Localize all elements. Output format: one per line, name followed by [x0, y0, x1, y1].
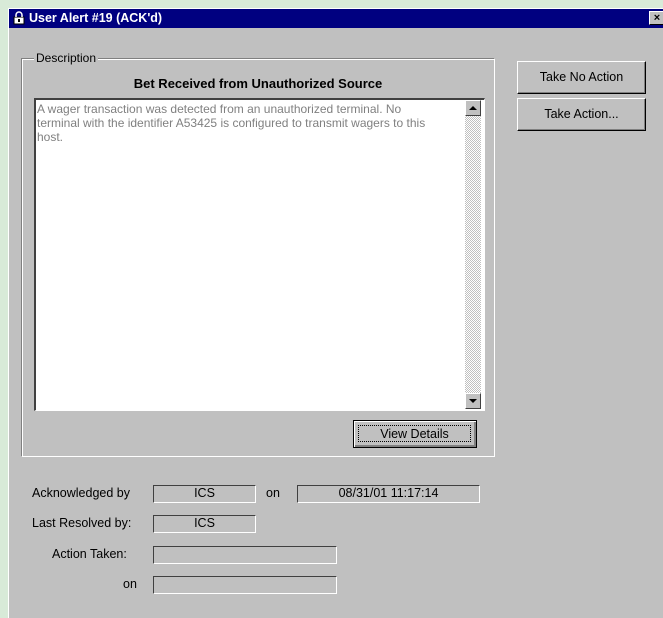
close-button[interactable]: × [649, 11, 663, 25]
description-legend: Description [34, 51, 99, 65]
lock-icon [13, 11, 25, 25]
alert-headline: Bet Received from Unauthorized Source [133, 76, 383, 91]
acknowledged-by-field: ICS [153, 485, 256, 503]
title-bar[interactable]: User Alert #19 (ACK'd) × [9, 9, 663, 28]
take-action-label: Take Action... [544, 107, 619, 121]
window-title: User Alert #19 (ACK'd) [29, 11, 163, 25]
take-action-button[interactable]: Take Action... [517, 98, 646, 131]
action-on-label: on [123, 577, 137, 591]
scroll-up-button[interactable] [465, 100, 481, 116]
action-taken-field [153, 546, 337, 564]
description-textarea[interactable]: A wager transaction was detected from an… [34, 98, 485, 411]
view-details-label: View Details [358, 425, 471, 442]
user-alert-window: User Alert #19 (ACK'd) × Description Bet… [8, 8, 663, 618]
view-details-button[interactable]: View Details [353, 420, 477, 448]
description-text: A wager transaction was detected from an… [37, 102, 426, 144]
close-icon: × [653, 12, 661, 24]
action-on-field [153, 576, 337, 594]
arrow-down-icon [469, 399, 477, 403]
take-no-action-label: Take No Action [539, 70, 624, 84]
action-taken-label: Action Taken: [52, 547, 127, 561]
last-resolved-field: ICS [153, 515, 256, 533]
vertical-scrollbar[interactable] [465, 100, 481, 409]
acknowledged-by-label: Acknowledged by [32, 486, 130, 500]
acknowledged-on-field: 08/31/01 11:17:14 [297, 485, 480, 503]
acknowledged-on-label: on [266, 486, 280, 500]
scroll-down-button[interactable] [465, 393, 481, 409]
take-no-action-button[interactable]: Take No Action [517, 61, 646, 94]
last-resolved-label: Last Resolved by: [32, 516, 132, 530]
arrow-up-icon [469, 106, 477, 110]
